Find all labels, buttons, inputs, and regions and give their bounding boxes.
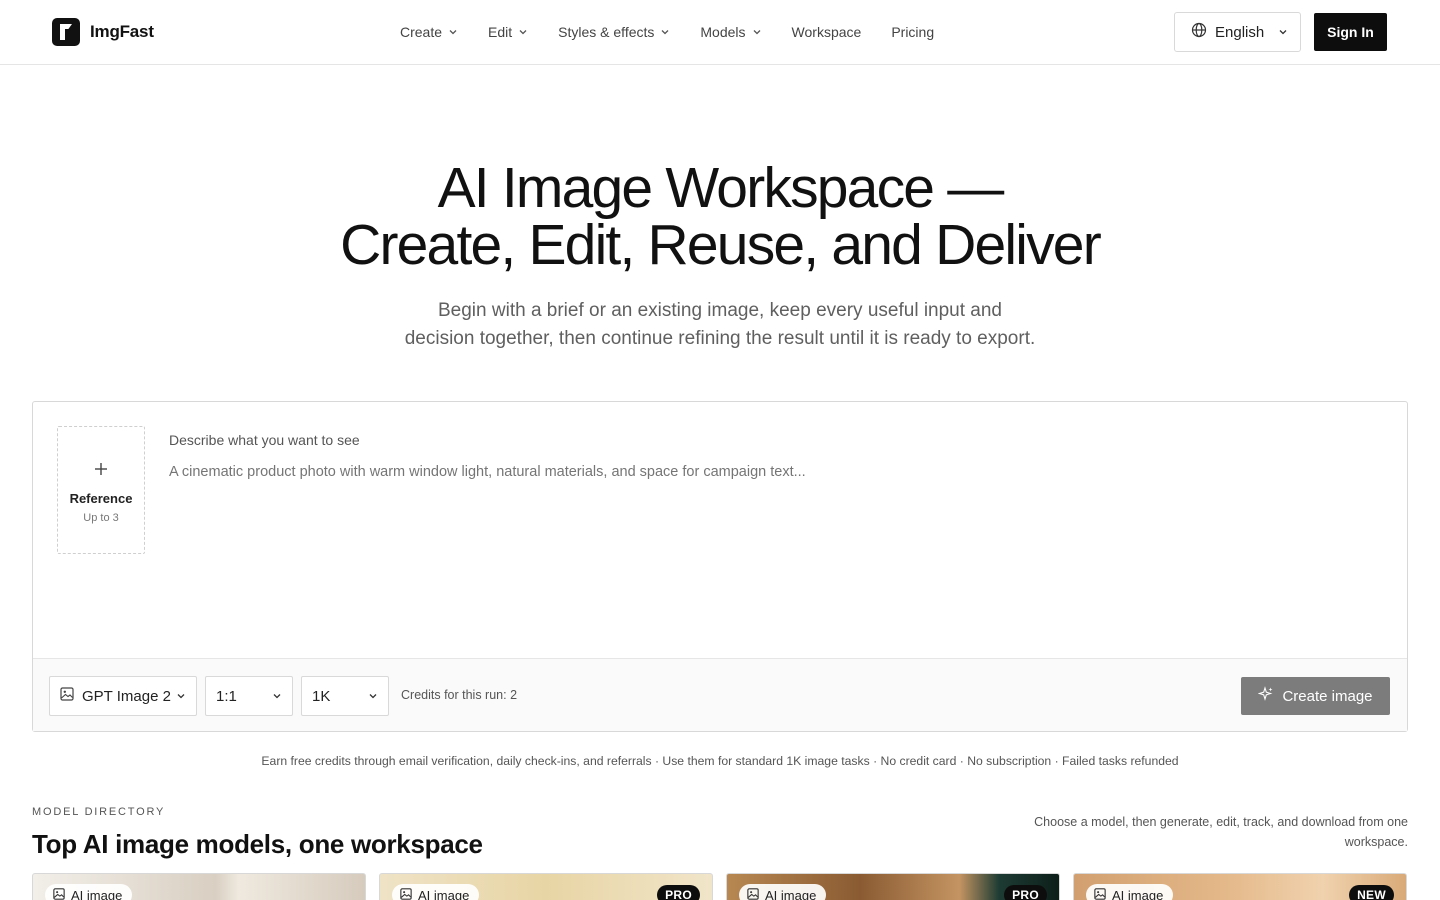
chevron-down-icon: [368, 691, 378, 701]
imgfast-logo-icon: [52, 18, 80, 46]
new-tag: NEW: [1349, 885, 1394, 900]
aspect-ratio-select[interactable]: 1:1: [205, 676, 293, 716]
hero-title-line-1: AI Image Workspace —: [437, 156, 1005, 220]
ai-image-badge: AI image: [739, 884, 827, 900]
hero-subtitle: Begin with a brief or an existing image,…: [0, 297, 1440, 353]
model-cards: AI image AI image PRO AI image PRO AI im…: [32, 873, 1408, 900]
hero-subtitle-line-2: decision together, then continue refinin…: [404, 328, 1036, 349]
nav-create[interactable]: Create: [400, 24, 458, 40]
brand[interactable]: ImgFast: [52, 18, 154, 46]
model-card[interactable]: AI image NEW: [1073, 873, 1407, 900]
image-icon: [60, 687, 74, 705]
hero-subtitle-line-1: Begin with a brief or an existing image,…: [438, 300, 1002, 321]
sparkle-icon: [1258, 686, 1274, 706]
nav-label: Create: [400, 24, 443, 40]
resolution-value: 1K: [312, 687, 331, 705]
chevron-down-icon: [272, 691, 282, 701]
image-icon: [1094, 887, 1106, 900]
credits-info: Credits for this run: 2: [401, 688, 518, 702]
pro-tag: PRO: [1004, 885, 1047, 900]
directory-title: Top AI image models, one workspace: [32, 829, 483, 859]
image-icon: [747, 887, 759, 900]
nav-styles-effects[interactable]: Styles & effects: [558, 24, 670, 40]
nav-pricing[interactable]: Pricing: [891, 24, 934, 40]
site-header: ImgFast Create Edit Styles & effects Mod…: [0, 0, 1440, 65]
prompt-input[interactable]: [169, 464, 1369, 480]
ratio-value: 1:1: [216, 687, 237, 705]
resolution-select[interactable]: 1K: [301, 676, 389, 716]
nav-label: Pricing: [891, 24, 935, 40]
badge-label: AI image: [1112, 887, 1164, 900]
badge-label: AI image: [71, 887, 123, 900]
model-value: GPT Image 2: [82, 687, 171, 705]
model-card[interactable]: AI image PRO: [726, 873, 1060, 900]
chevron-down-icon: [1278, 27, 1288, 37]
language-selector[interactable]: English: [1174, 12, 1301, 52]
create-image-label: Create image: [1282, 687, 1373, 705]
language-label: English: [1215, 23, 1265, 41]
reference-limit: Up to 3: [83, 512, 119, 524]
ai-image-badge: AI image: [45, 884, 133, 900]
main-nav: Create Edit Styles & effects Models Work…: [400, 21, 934, 43]
image-icon: [400, 887, 412, 900]
ai-image-badge: AI image: [392, 884, 480, 900]
nav-models[interactable]: Models: [700, 24, 761, 40]
nav-workspace[interactable]: Workspace: [792, 24, 862, 40]
chevron-down-icon: [518, 27, 528, 37]
free-credits-note: Earn free credits through email verifica…: [261, 754, 1179, 768]
hero-title-line-2: Create, Edit, Reuse, and Deliver: [340, 213, 1102, 277]
model-card[interactable]: AI image: [32, 873, 366, 900]
reference-upload[interactable]: Reference Up to 3: [57, 426, 145, 554]
composer-toolbar: GPT Image 2 1:1 1K Credits for this run:…: [33, 658, 1407, 731]
hero-title: AI Image Workspace — Create, Edit, Reuse…: [0, 160, 1440, 274]
create-image-button[interactable]: Create image: [1241, 677, 1390, 715]
nav-label: Models: [700, 24, 746, 40]
nav-label: Workspace: [791, 24, 862, 40]
badge-label: AI image: [765, 887, 817, 900]
model-card[interactable]: AI image PRO: [379, 873, 713, 900]
image-icon: [53, 887, 65, 900]
image-composer: Reference Up to 3 Describe what you want…: [32, 401, 1408, 732]
globe-icon: [1191, 22, 1207, 42]
brand-name: ImgFast: [90, 22, 154, 41]
nav-edit[interactable]: Edit: [488, 24, 528, 40]
chevron-down-icon: [752, 27, 762, 37]
pro-tag: PRO: [657, 885, 700, 900]
plus-icon: [93, 461, 109, 483]
prompt-label: Describe what you want to see: [169, 432, 360, 448]
nav-label: Edit: [488, 24, 513, 40]
directory-description: Choose a model, then generate, edit, tra…: [1034, 815, 1408, 849]
reference-label: Reference: [69, 491, 133, 506]
badge-label: AI image: [418, 887, 470, 900]
ai-image-badge: AI image: [1086, 884, 1174, 900]
nav-label: Styles & effects: [558, 24, 655, 40]
sign-in-button[interactable]: Sign In: [1314, 13, 1387, 51]
chevron-down-icon: [448, 27, 458, 37]
directory-eyebrow: MODEL DIRECTORY: [32, 806, 166, 818]
model-select[interactable]: GPT Image 2: [49, 676, 197, 716]
chevron-down-icon: [176, 691, 186, 701]
chevron-down-icon: [660, 27, 670, 37]
